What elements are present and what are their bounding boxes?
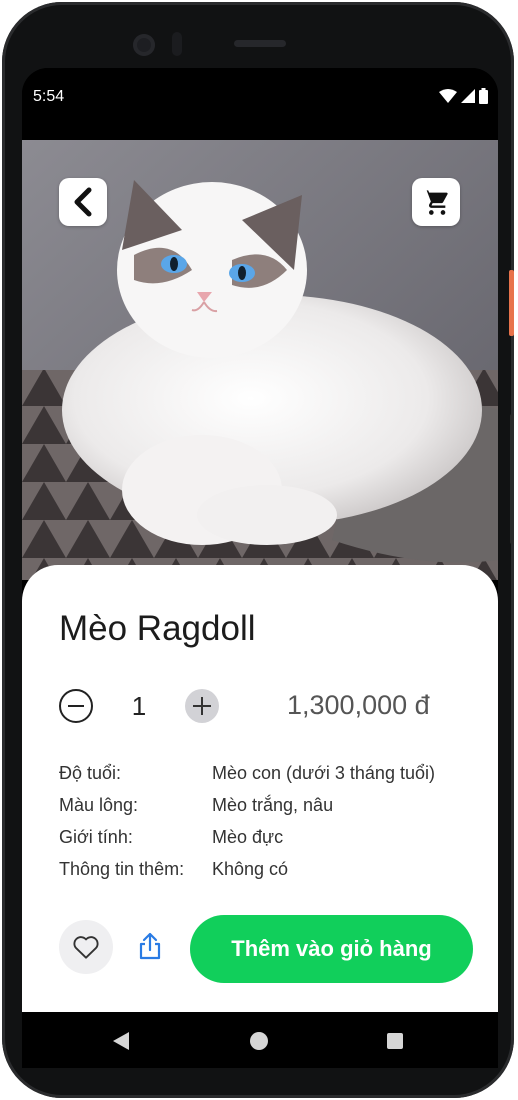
volume-button xyxy=(510,414,514,544)
share-icon xyxy=(139,932,161,960)
shopping-cart-icon xyxy=(423,190,448,215)
detail-label: Độ tuổi: xyxy=(59,762,122,783)
action-bar: Thêm vào giỏ hàng xyxy=(59,915,479,985)
status-time: 5:54 xyxy=(33,88,65,105)
product-price: 1,300,000 đ xyxy=(287,690,430,720)
detail-value: Mèo trắng, nâu xyxy=(212,794,334,815)
detail-value: Mèo đực xyxy=(212,826,284,847)
sensor xyxy=(172,32,182,56)
back-nav-icon[interactable] xyxy=(113,1032,129,1050)
chevron-left-icon xyxy=(74,187,92,217)
share-button[interactable] xyxy=(135,931,165,961)
detail-row-age: Độ tuổi: Mèo con (dưới 3 tháng tuổi) xyxy=(59,757,479,789)
home-nav-icon[interactable] xyxy=(250,1032,268,1050)
cell-signal-icon xyxy=(461,89,475,103)
detail-row-gender: Giới tính: Mèo đực xyxy=(59,821,479,853)
add-to-cart-button[interactable]: Thêm vào giỏ hàng xyxy=(190,915,473,983)
detail-label: Màu lông: xyxy=(59,794,139,815)
detail-label: Thông tin thêm: xyxy=(59,858,185,879)
phone-frame: 5:54 Mèo Ragdoll 1 1,300,000 đ Độ tuổi: … xyxy=(2,2,514,1098)
product-image xyxy=(22,140,498,580)
detail-row-extra: Thông tin thêm: Không có xyxy=(59,853,479,885)
detail-label: Giới tính: xyxy=(59,826,133,847)
product-detail-card: Mèo Ragdoll 1 1,300,000 đ Độ tuổi: Mèo c… xyxy=(22,565,498,1013)
earpiece-speaker xyxy=(234,40,286,47)
recents-nav-icon[interactable] xyxy=(387,1033,403,1049)
back-button[interactable] xyxy=(59,178,107,226)
minus-icon xyxy=(68,705,84,707)
power-button xyxy=(509,270,514,336)
detail-value: Mèo con (dưới 3 tháng tuổi) xyxy=(212,762,435,783)
heart-outline-icon xyxy=(73,936,99,959)
navigation-bar xyxy=(22,1012,498,1068)
wifi-icon xyxy=(439,89,457,103)
detail-value: Không có xyxy=(212,858,289,879)
status-bar: 5:54 xyxy=(22,68,498,140)
decrease-quantity-button[interactable] xyxy=(59,689,93,723)
favorite-button[interactable] xyxy=(59,920,113,974)
plus-icon xyxy=(193,697,211,715)
product-name: Mèo Ragdoll xyxy=(59,609,256,648)
detail-row-color: Màu lông: Mèo trắng, nâu xyxy=(59,789,479,821)
screen: 5:54 Mèo Ragdoll 1 1,300,000 đ Độ tuổi: … xyxy=(22,68,498,1068)
battery-icon xyxy=(479,88,488,104)
cart-button[interactable] xyxy=(412,178,460,226)
product-details: Độ tuổi: Mèo con (dưới 3 tháng tuổi) Màu… xyxy=(59,757,479,885)
increase-quantity-button[interactable] xyxy=(185,689,219,723)
quantity-value: 1 xyxy=(131,691,147,721)
front-camera xyxy=(133,34,155,56)
status-icons xyxy=(439,88,488,104)
